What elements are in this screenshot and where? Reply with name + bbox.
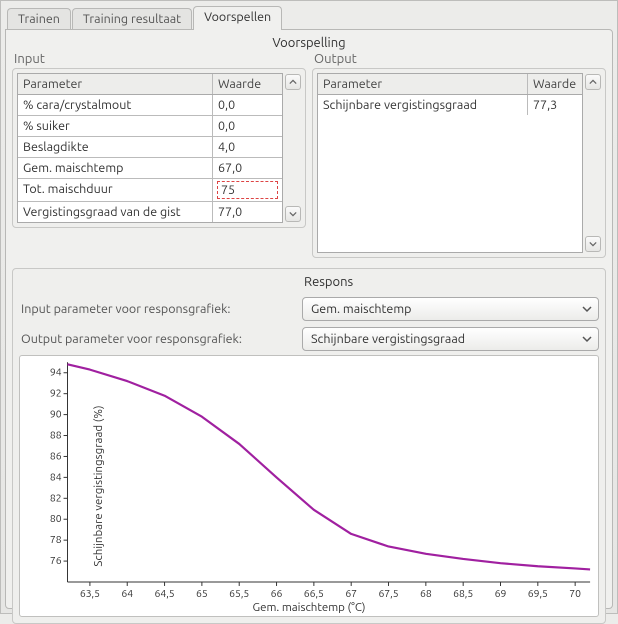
output-header-value[interactable]: Waarde [528, 74, 582, 94]
svg-text:66,5: 66,5 [304, 587, 324, 599]
svg-text:64: 64 [121, 587, 133, 599]
input-column: Input Parameter Waarde % cara/crystalmou… [12, 52, 306, 258]
output-table-wrap: Parameter Waarde Schijnbare vergistingsg… [317, 73, 601, 253]
respons-chart: Schijnbare vergistingsgraad (%) 76 78 80 82… [19, 355, 599, 617]
tab-strip: Trainen Training resultaat Voorspellen [5, 5, 613, 29]
chevron-down-icon [589, 240, 597, 248]
svg-text:80: 80 [50, 512, 62, 524]
input-table-wrap: Parameter Waarde % cara/crystalmout0,0% … [17, 73, 301, 223]
respons-output-label: Output parameter voor responsgrafiek: [19, 332, 302, 346]
respons-controls: Respons Input parameter voor responsgraf… [19, 275, 599, 351]
chevron-down-icon [582, 334, 592, 344]
input-groupframe: Parameter Waarde % cara/crystalmout0,0% … [12, 68, 306, 228]
respons-output-value: Schijnbare vergistingsgraad [311, 332, 465, 346]
svg-text:66: 66 [271, 587, 283, 599]
respons-block: Respons Input parameter voor responsgraf… [12, 268, 606, 624]
output-column: Output Parameter Waarde Schijnbare vergi… [312, 52, 606, 258]
output-scroll-up-button[interactable] [585, 74, 601, 90]
tab-body-voorspellen: Voorspelling Input Parameter Waarde % ca… [5, 29, 613, 609]
table-row: % cara/crystalmout0,0 [18, 95, 282, 115]
input-param-cell[interactable]: Beslagdikte [18, 137, 213, 157]
svg-text:68: 68 [420, 587, 432, 599]
svg-text:86: 86 [50, 449, 62, 461]
input-header-param[interactable]: Parameter [18, 74, 213, 94]
output-table: Parameter Waarde Schijnbare vergistingsg… [317, 73, 583, 253]
tab-trainen[interactable]: Trainen [7, 8, 71, 30]
input-scrollbar [285, 73, 301, 223]
input-param-cell[interactable]: Tot. maischduur [18, 179, 213, 201]
output-header-param[interactable]: Parameter [318, 74, 528, 94]
respons-input-value: Gem. maischtemp [311, 302, 411, 316]
output-scroll-down-button[interactable] [585, 236, 601, 252]
svg-text:90: 90 [50, 408, 62, 420]
input-scroll-down-button[interactable] [285, 206, 301, 222]
input-scroll-up-button[interactable] [285, 74, 301, 90]
prediction-window: Trainen Training resultaat Voorspellen V… [0, 0, 618, 614]
output-label: Output [312, 52, 606, 68]
svg-text:67,5: 67,5 [378, 587, 398, 599]
respons-output-dropdown[interactable]: Schijnbare vergistingsgraad [302, 327, 599, 351]
input-label: Input [12, 52, 306, 68]
respons-input-label: Input parameter voor responsgrafiek: [19, 302, 302, 316]
table-row: Vergistingsgraad van de gist77,0 [18, 201, 282, 222]
input-value-cell[interactable]: 0,0 [213, 95, 282, 115]
svg-text:65: 65 [196, 587, 208, 599]
section-title-voorspelling: Voorspelling [12, 34, 606, 52]
svg-text:82: 82 [50, 491, 62, 503]
input-table: Parameter Waarde % cara/crystalmout0,0% … [17, 73, 283, 223]
table-row: % suiker0,0 [18, 115, 282, 136]
input-param-cell[interactable]: Vergistingsgraad van de gist [18, 202, 213, 222]
svg-text:92: 92 [50, 387, 62, 399]
input-value-cell[interactable]: 67,0 [213, 158, 282, 178]
table-row: Beslagdikte4,0 [18, 136, 282, 157]
chevron-down-icon [289, 210, 297, 218]
chart-svg: 76 78 80 82 84 86 88 90 92 94 63,5 64 64,5 65 65,5 66 66… [20, 356, 598, 616]
output-table-header: Parameter Waarde [318, 74, 582, 95]
chart-y-axis-title: Schijnbare vergistingsgraad (%) [92, 405, 105, 566]
respons-title: Respons [302, 275, 599, 289]
svg-text:69: 69 [495, 587, 507, 599]
chevron-up-icon [289, 78, 297, 86]
chart-x-axis-title: Gem. maischtemp (°C) [20, 601, 598, 614]
svg-text:70: 70 [569, 587, 581, 599]
input-param-cell[interactable]: % cara/crystalmout [18, 95, 213, 115]
svg-text:84: 84 [50, 470, 62, 482]
svg-text:65,5: 65,5 [229, 587, 249, 599]
input-value-cell[interactable]: 77,0 [213, 202, 282, 222]
chevron-down-icon [582, 304, 592, 314]
chevron-up-icon [589, 78, 597, 86]
input-param-cell[interactable]: % suiker [18, 116, 213, 136]
input-value-cell[interactable]: 75 [213, 179, 282, 201]
input-value-cell[interactable]: 4,0 [213, 137, 282, 157]
output-groupframe: Parameter Waarde Schijnbare vergistingsg… [312, 68, 606, 258]
output-value-cell: 77,3 [528, 95, 582, 115]
input-header-value[interactable]: Waarde [213, 74, 282, 94]
svg-text:67: 67 [345, 587, 357, 599]
svg-text:76: 76 [50, 554, 62, 566]
svg-text:63,5: 63,5 [80, 587, 100, 599]
input-table-header: Parameter Waarde [18, 74, 282, 95]
input-value-cell[interactable]: 0,0 [213, 116, 282, 136]
output-param-cell: Schijnbare vergistingsgraad [318, 95, 528, 115]
respons-input-dropdown[interactable]: Gem. maischtemp [302, 297, 599, 321]
svg-text:88: 88 [50, 428, 62, 440]
tab-voorspellen[interactable]: Voorspellen [193, 6, 282, 30]
svg-text:94: 94 [50, 366, 62, 378]
svg-text:69,5: 69,5 [528, 587, 548, 599]
output-scrollbar [585, 73, 601, 253]
table-row: Schijnbare vergistingsgraad77,3 [318, 95, 582, 115]
svg-text:64,5: 64,5 [155, 587, 175, 599]
svg-text:78: 78 [50, 533, 62, 545]
output-empty-area [318, 115, 582, 252]
tab-training-resultaat[interactable]: Training resultaat [72, 8, 192, 30]
table-row: Tot. maischduur75 [18, 178, 282, 201]
svg-text:68,5: 68,5 [453, 587, 473, 599]
input-param-cell[interactable]: Gem. maischtemp [18, 158, 213, 178]
input-value-editor[interactable]: 75 [217, 181, 278, 199]
table-row: Gem. maischtemp67,0 [18, 157, 282, 178]
io-columns: Input Parameter Waarde % cara/crystalmou… [12, 52, 606, 258]
